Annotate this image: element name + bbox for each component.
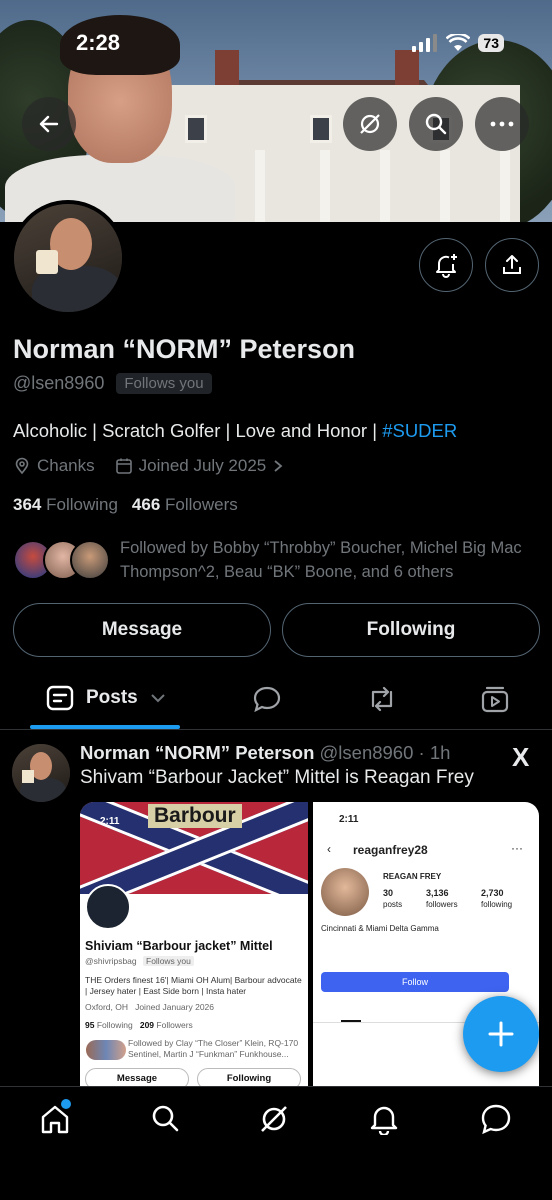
profile-counts: 364 Following 466 Followers	[13, 495, 238, 515]
shot1-message: Message	[85, 1068, 189, 1086]
profile-tabs: Posts	[0, 670, 552, 730]
tab-posts[interactable]: Posts	[46, 684, 166, 712]
posts-icon	[46, 685, 74, 711]
profile-joined: Joined July 2025	[138, 456, 267, 475]
shot1-counts: 95 Following 209 Followers	[85, 1020, 193, 1030]
shot1-bio: THE Orders finest 16'| Miami OH Alum| Ba…	[85, 975, 302, 996]
shot2-following-label: following	[481, 900, 513, 909]
shot2-bio: Cincinnati & Miami Delta Gamma	[321, 924, 439, 933]
post-author-name[interactable]: Norman “NORM” Peterson	[80, 742, 314, 763]
location-icon	[15, 457, 29, 475]
shot1-followed-by: Followed by Clay “The Closer” Klein, RQ-…	[128, 1038, 299, 1059]
status-time: 2:28	[76, 30, 121, 55]
shot2-follow-button: Follow	[321, 972, 509, 992]
profile-bio: Alcoholic | Scratch Golfer | Love and Ho…	[13, 420, 457, 442]
more-icon	[490, 121, 514, 127]
shot2-username: reaganfrey28	[353, 843, 428, 857]
grok-button[interactable]	[343, 97, 397, 151]
profile-handle: @lsen8960	[13, 373, 105, 393]
shot1-banner-text: Barbour	[148, 804, 242, 828]
shot2-time: 2:11	[339, 814, 359, 825]
shot1-name: Shiviam “Barbour jacket” Mittel	[85, 939, 273, 953]
shot1-avatar	[85, 884, 131, 930]
shot2-posts-count: 30	[383, 888, 394, 898]
shot1-follows: Follows you	[143, 956, 194, 966]
shot2-posts-label: posts	[383, 900, 403, 909]
shot1-handle: @shivripsbag	[85, 956, 137, 966]
back-button[interactable]	[22, 97, 76, 151]
bell-plus-icon	[436, 254, 457, 278]
following-button[interactable]: Following	[282, 603, 540, 657]
shot2-back: ‹	[327, 842, 331, 856]
followers-count-link[interactable]: 466 Followers	[132, 495, 238, 515]
compose-post-button[interactable]	[463, 996, 539, 1072]
followed-by-text[interactable]: Followed by Bobby “Throbby” Boucher, Mic…	[120, 536, 545, 584]
profile-name: Norman “NORM” Peterson	[13, 334, 356, 364]
post-text: Shivam “Barbour Jacket” Mittel is Reagan…	[80, 767, 474, 788]
profile-meta: Chanks Joined July 2025	[13, 456, 284, 476]
post-author-meta: @lsen8960 · 1h	[314, 742, 451, 763]
grok-icon	[360, 114, 380, 134]
shot2-followers-count: 3,136	[426, 888, 449, 898]
more-options-button[interactable]	[475, 97, 529, 151]
nav-messages-icon[interactable]	[480, 1103, 512, 1135]
shot2-followers-label: followers	[426, 900, 458, 909]
battery-indicator: 73	[478, 34, 504, 52]
home-notification-dot	[61, 1099, 71, 1109]
status-icons: 73	[412, 34, 504, 52]
shot1-follower-avatars	[86, 1040, 126, 1060]
plus-icon	[488, 1021, 514, 1047]
arrow-left-icon	[39, 115, 59, 133]
following-count-link[interactable]: 364 Following	[13, 495, 118, 515]
share-icon	[503, 255, 521, 274]
chevron-right-icon[interactable]	[272, 459, 284, 473]
shot1-handle-row: @shivripsbag Follows you	[85, 956, 305, 967]
share-button[interactable]	[485, 238, 539, 292]
shot2-more: ···	[511, 841, 523, 855]
shot1-time: 2:11	[100, 816, 120, 827]
search-button[interactable]	[409, 97, 463, 151]
nav-search-icon[interactable]	[150, 1103, 180, 1135]
x-logo-icon: X	[512, 742, 530, 772]
nav-notifications-icon[interactable]	[369, 1103, 399, 1135]
profile-avatar[interactable]	[10, 200, 126, 316]
profile-location: Chanks	[37, 456, 95, 475]
post-image-1[interactable]: Barbour 2:11 Shiviam “Barbour jacket” Mi…	[80, 802, 308, 1086]
tab-reposts-icon[interactable]	[366, 684, 398, 714]
chevron-down-icon	[151, 694, 165, 703]
search-icon	[425, 113, 447, 135]
nav-grok-icon[interactable]	[258, 1103, 290, 1135]
signal-icon	[412, 34, 438, 52]
tab-media-icon[interactable]	[480, 684, 510, 714]
shot2-avatar	[321, 868, 369, 916]
follows-you-badge: Follows you	[116, 373, 212, 394]
bio-hashtag[interactable]: #SUDER	[382, 420, 457, 441]
follower-avatar-3	[70, 540, 110, 580]
notifications-subscribe-button[interactable]	[419, 238, 473, 292]
calendar-icon	[115, 458, 132, 474]
profile-handle-row: @lsen8960 Follows you	[13, 373, 212, 394]
tab-replies-icon[interactable]	[252, 684, 282, 714]
tab-posts-label: Posts	[86, 687, 138, 708]
post-header: Norman “NORM” Peterson @lsen8960 · 1h	[80, 742, 450, 764]
active-tab-indicator	[30, 725, 180, 729]
shot2-following-count: 2,730	[481, 888, 504, 898]
shot1-following: Following	[197, 1068, 301, 1086]
shot2-display-name: REAGAN FREY	[383, 872, 442, 881]
wifi-icon	[446, 34, 471, 51]
shot1-meta: Oxford, OH Joined January 2026	[85, 1002, 214, 1012]
bio-text: Alcoholic | Scratch Golfer | Love and Ho…	[13, 420, 383, 441]
message-button[interactable]: Message	[13, 603, 271, 657]
post-author-avatar[interactable]	[12, 744, 70, 802]
bottom-navigation	[0, 1086, 552, 1200]
